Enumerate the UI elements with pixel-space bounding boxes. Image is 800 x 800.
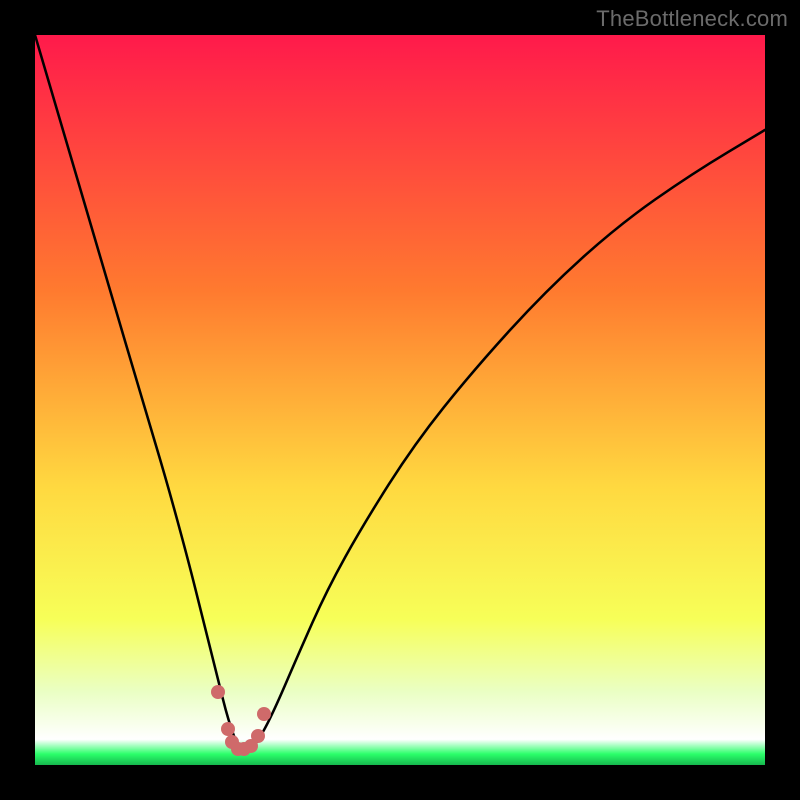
data-marker [251,729,265,743]
data-marker [211,685,225,699]
data-marker [221,722,235,736]
watermark-text: TheBottleneck.com [596,6,788,32]
chart-frame: TheBottleneck.com [0,0,800,800]
plot-area [35,35,765,765]
data-marker [257,707,271,721]
bottleneck-curve [35,35,765,765]
